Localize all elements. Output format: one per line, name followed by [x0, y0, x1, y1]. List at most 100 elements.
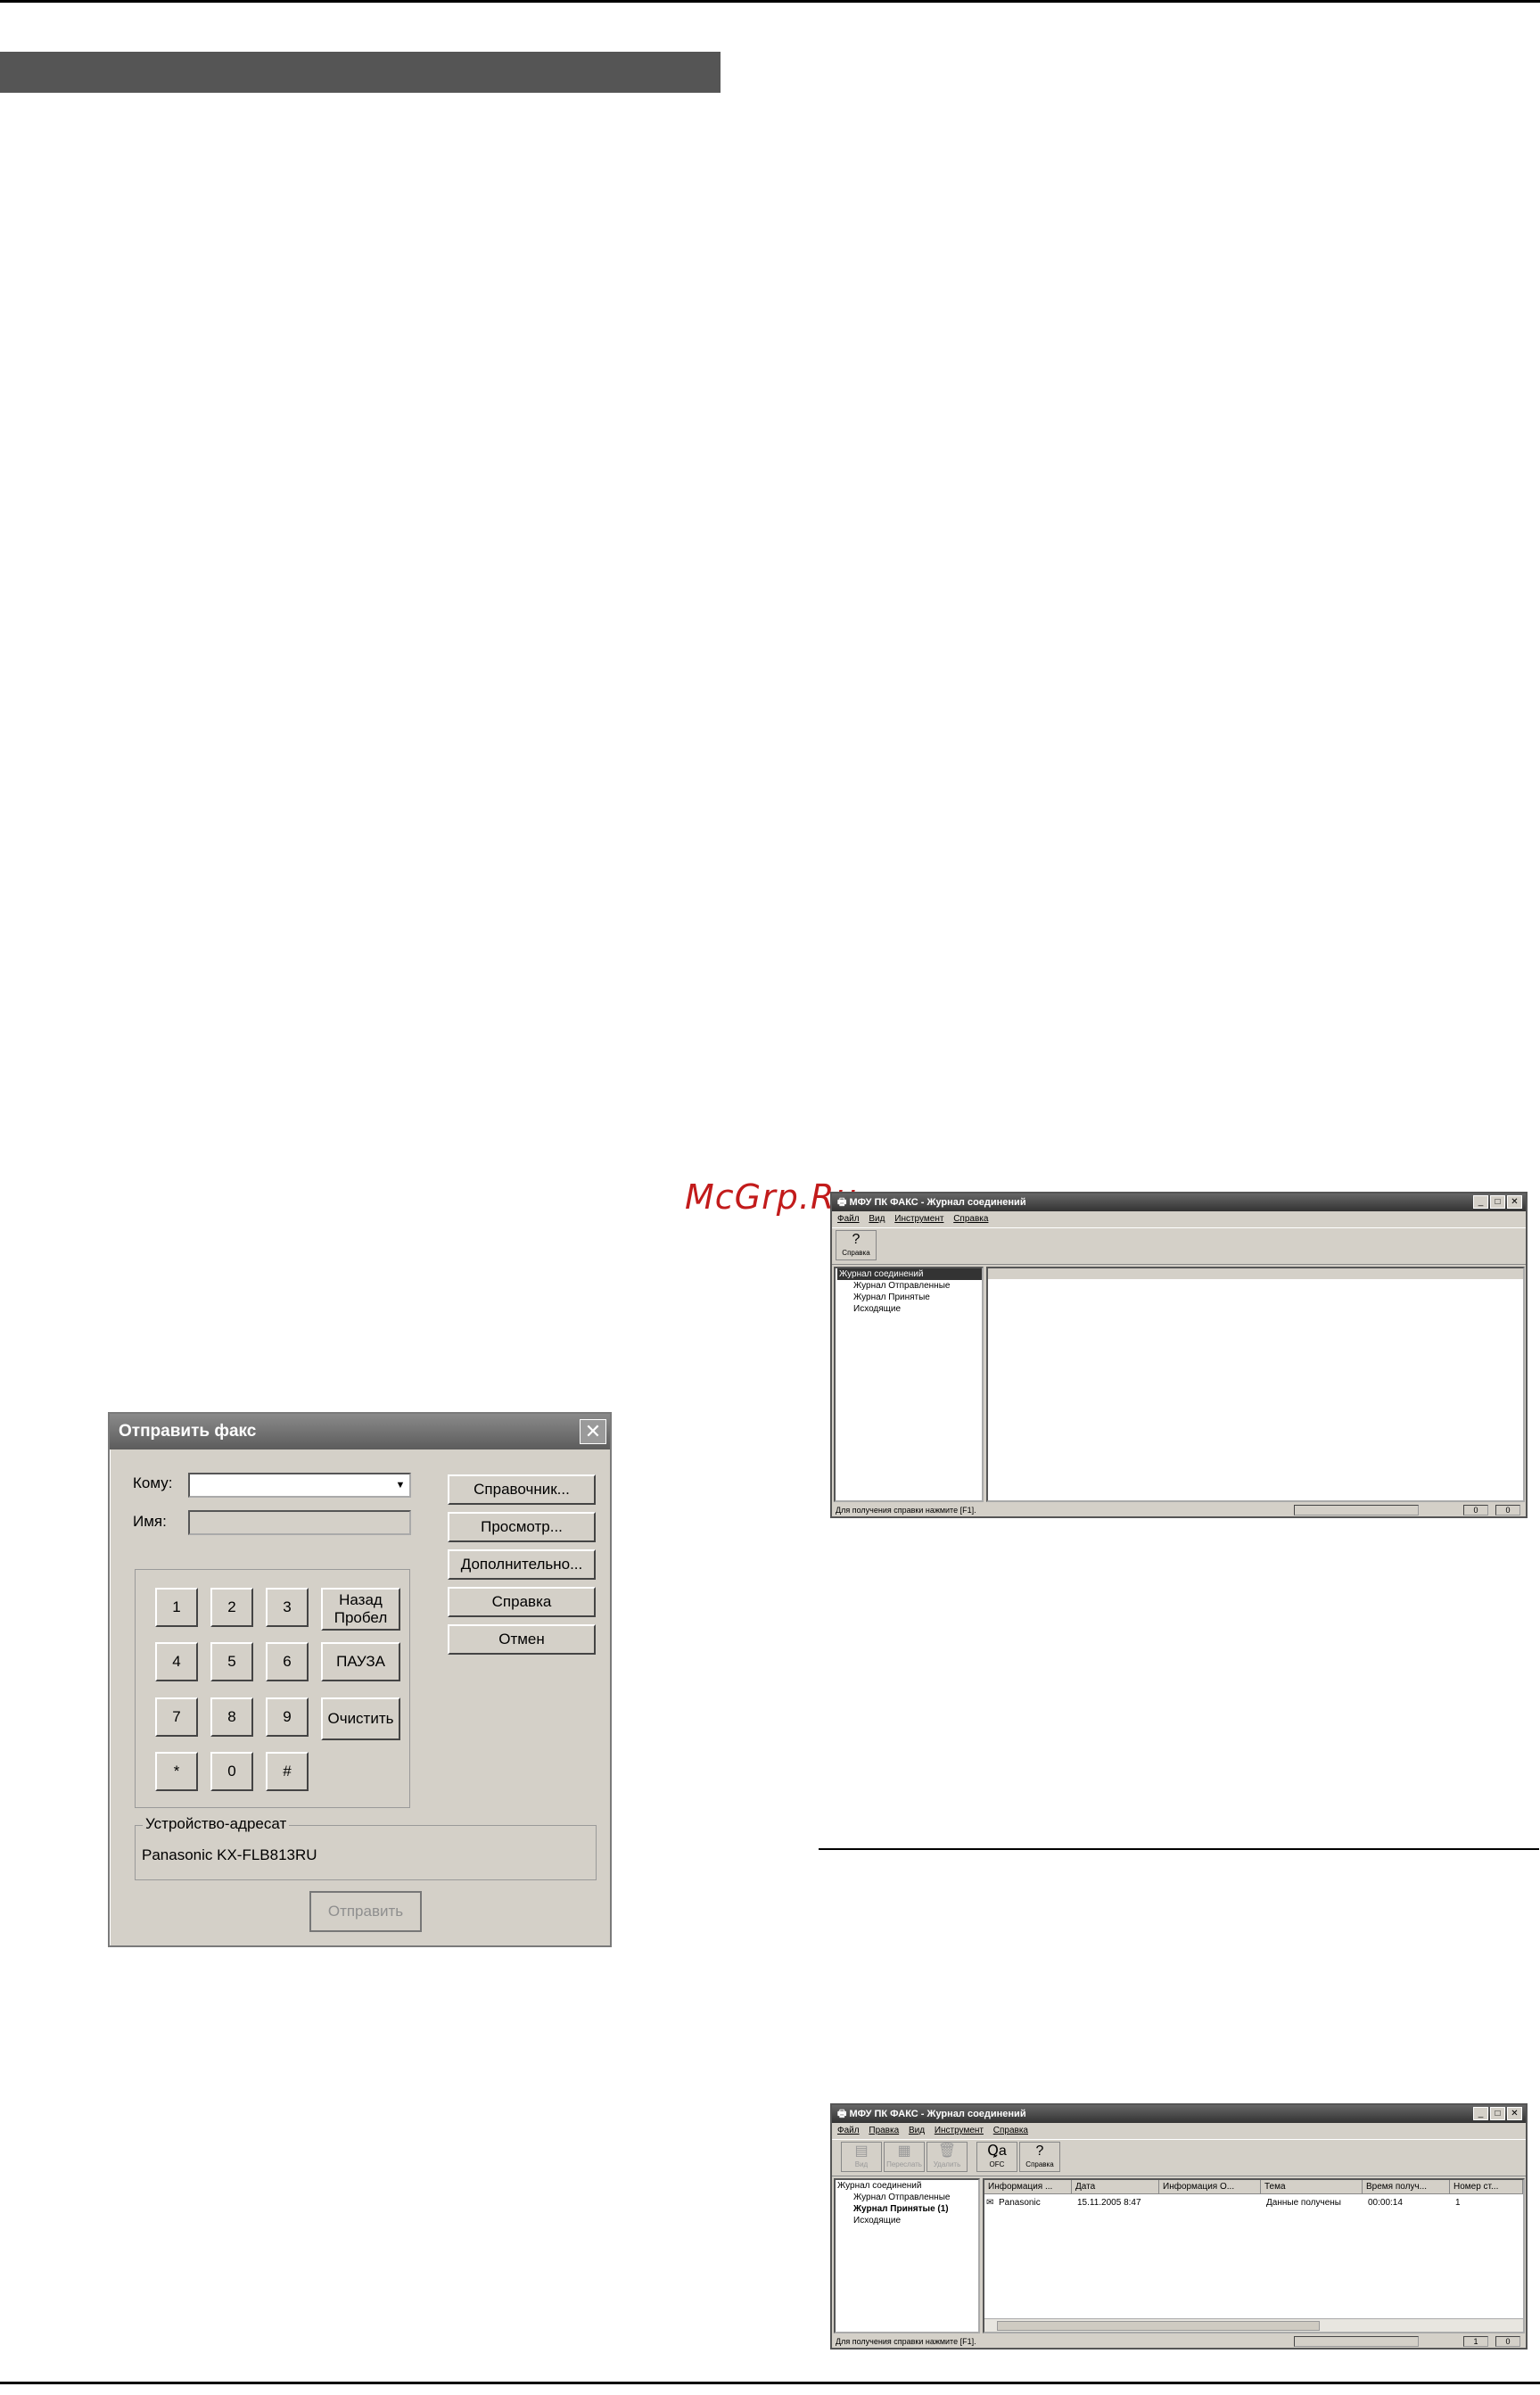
ocr-toolbar-button[interactable]: Ꝗa OFC — [976, 2142, 1017, 2172]
window-title-text: МФУ ПК ФАКС - Журнал соединений — [849, 1197, 1026, 1208]
delete-toolbar-label: Удалить — [933, 2160, 961, 2168]
maximize-icon[interactable]: □ — [1490, 2107, 1505, 2120]
toolbar: ▤ Вид ▦ Переслать 🗑 Удалить Ꝗa OFC ? Спр… — [832, 2139, 1526, 2176]
fax-log-window-received: 🖶 МФУ ПК ФАКС - Журнал соединений _ □ ✕ … — [830, 2103, 1528, 2350]
to-label: Кому: — [133, 1474, 173, 1491]
tree-root[interactable]: Журнал соединений — [837, 1268, 982, 1280]
view-toolbar-label: Вид — [854, 2160, 869, 2168]
status-bar: Для получения справки нажмите [F1]. 1 0 — [832, 2335, 1526, 2348]
menu-bar: Файл Правка Вид Инструмент Справка — [832, 2124, 1526, 2138]
key-7[interactable]: 7 — [155, 1697, 198, 1737]
help-button[interactable]: Справка — [448, 1587, 596, 1617]
printer-icon: 🖶 — [837, 2109, 850, 2119]
tree-item-received[interactable]: Журнал Принятые — [837, 1292, 982, 1303]
help-toolbar-button[interactable]: ? Справка — [1019, 2142, 1060, 2172]
menu-edit[interactable]: Правка — [869, 2126, 899, 2135]
view-toolbar-button[interactable]: ▤ Вид — [841, 2142, 882, 2172]
menu-view[interactable]: Вид — [869, 1214, 885, 1224]
key-hash[interactable]: # — [266, 1752, 309, 1791]
tree-root[interactable]: Журнал соединений — [837, 2180, 978, 2192]
send-button[interactable]: Отправить — [309, 1891, 422, 1932]
resend-toolbar-button[interactable]: ▦ Переслать — [884, 2142, 925, 2172]
key-star[interactable]: * — [155, 1752, 198, 1791]
key-0[interactable]: 0 — [210, 1752, 253, 1791]
column-header-info-o[interactable]: Информация О... — [1159, 2180, 1261, 2194]
tree-item-outgoing[interactable]: Исходящие — [837, 2215, 978, 2226]
device-name: Panasonic KX-FLB813RU — [142, 1846, 317, 1863]
status-progress — [1294, 1505, 1419, 1515]
close-icon[interactable]: ✕ — [580, 1419, 606, 1444]
key-9[interactable]: 9 — [266, 1697, 309, 1737]
close-icon[interactable]: ✕ — [1507, 1195, 1522, 1209]
row-subject: Данные получены — [1266, 2198, 1341, 2208]
column-header-time[interactable]: Время получ... — [1363, 2180, 1450, 2194]
menu-file[interactable]: Файл — [837, 2126, 860, 2135]
section-divider — [819, 1848, 1539, 1850]
preview-button[interactable]: Просмотр... — [448, 1512, 596, 1542]
cancel-button[interactable]: Отмен — [448, 1624, 596, 1655]
tree-item-sent[interactable]: Журнал Отправленные — [837, 1280, 982, 1292]
menu-tools[interactable]: Инструмент — [935, 2126, 984, 2135]
close-icon[interactable]: ✕ — [1507, 2107, 1522, 2120]
column-header-page[interactable]: Номер ст... — [1450, 2180, 1523, 2194]
chevron-down-icon[interactable]: ▼ — [392, 1475, 408, 1495]
key-5[interactable]: 5 — [210, 1642, 253, 1681]
menu-help[interactable]: Справка — [993, 2126, 1028, 2135]
menu-help[interactable]: Справка — [953, 1214, 988, 1224]
tree-item-received[interactable]: Журнал Принятые (1) — [837, 2203, 978, 2215]
scrollbar-thumb[interactable] — [997, 2321, 1320, 2331]
window-title: 🖶 МФУ ПК ФАКС - Журнал соединений — [832, 2105, 1526, 2123]
horizontal-scrollbar[interactable] — [984, 2318, 1523, 2332]
minimize-icon[interactable]: _ — [1473, 1195, 1488, 1209]
help-icon: ? — [1035, 2143, 1044, 2159]
row-time: 00:00:14 — [1368, 2198, 1403, 2208]
ocr-toolbar-label: OFC — [989, 2160, 1005, 2168]
backspace-button[interactable]: Назад Пробел — [321, 1588, 400, 1631]
status-text: Для получения справки нажмите [F1]. — [836, 2337, 976, 2346]
status-bar: Для получения справки нажмите [F1]. 0 0 — [832, 1504, 1526, 1516]
fax-log-window: 🖶 МФУ ПК ФАКС - Журнал соединений _ □ ✕ … — [830, 1192, 1528, 1518]
status-progress — [1294, 2336, 1419, 2347]
pause-button[interactable]: ПАУЗА — [321, 1642, 400, 1681]
minimize-icon[interactable]: _ — [1473, 2107, 1488, 2120]
help-icon: ? — [852, 1232, 861, 1247]
status-count-2: 0 — [1495, 1505, 1520, 1515]
key-2[interactable]: 2 — [210, 1588, 253, 1627]
advanced-button[interactable]: Дополнительно... — [448, 1549, 596, 1580]
resend-icon: ▦ — [897, 2143, 911, 2159]
column-header-info[interactable]: Информация ... — [984, 2180, 1072, 2194]
section-header-bar — [0, 52, 721, 93]
key-8[interactable]: 8 — [210, 1697, 253, 1737]
list-pane: Информация ... Дата Информация О... Тема… — [983, 2178, 1525, 2333]
menu-file[interactable]: Файл — [837, 1214, 860, 1224]
row-date: 15.11.2005 8:47 — [1077, 2198, 1141, 2208]
list-pane — [986, 1267, 1525, 1502]
key-4[interactable]: 4 — [155, 1642, 198, 1681]
row-page: 1 — [1455, 2198, 1461, 2208]
menu-view[interactable]: Вид — [909, 2126, 925, 2135]
help-toolbar-label: Справка — [1025, 2160, 1054, 2168]
menu-tools[interactable]: Инструмент — [894, 1214, 943, 1224]
clear-button[interactable]: Очистить — [321, 1697, 400, 1740]
backspace-label-line2: Пробел — [334, 1609, 388, 1626]
tree-item-sent[interactable]: Журнал Отправленные — [837, 2192, 978, 2203]
to-combobox[interactable]: ▼ — [188, 1473, 411, 1498]
delete-toolbar-button[interactable]: 🗑 Удалить — [926, 2142, 968, 2172]
key-3[interactable]: 3 — [266, 1588, 309, 1627]
key-1[interactable]: 1 — [155, 1588, 198, 1627]
column-header-subject[interactable]: Тема — [1261, 2180, 1363, 2194]
ocr-icon: Ꝗa — [987, 2143, 1007, 2159]
column-header-date[interactable]: Дата — [1072, 2180, 1159, 2194]
toolbar: ? Справка — [832, 1227, 1526, 1265]
device-group-label: Устройство-адресат — [143, 1815, 290, 1833]
help-toolbar-button[interactable]: ? Справка — [836, 1230, 877, 1260]
key-6[interactable]: 6 — [266, 1642, 309, 1681]
tree-pane: Журнал соединений Журнал Отправленные Жу… — [834, 1267, 984, 1502]
maximize-icon[interactable]: □ — [1490, 1195, 1505, 1209]
directory-button[interactable]: Справочник... — [448, 1474, 596, 1505]
resend-toolbar-label: Переслать — [886, 2160, 922, 2168]
name-field[interactable] — [188, 1510, 411, 1535]
status-count-2: 0 — [1495, 2336, 1520, 2347]
tree-item-outgoing[interactable]: Исходящие — [837, 1303, 982, 1315]
status-text: Для получения справки нажмите [F1]. — [836, 1506, 976, 1515]
